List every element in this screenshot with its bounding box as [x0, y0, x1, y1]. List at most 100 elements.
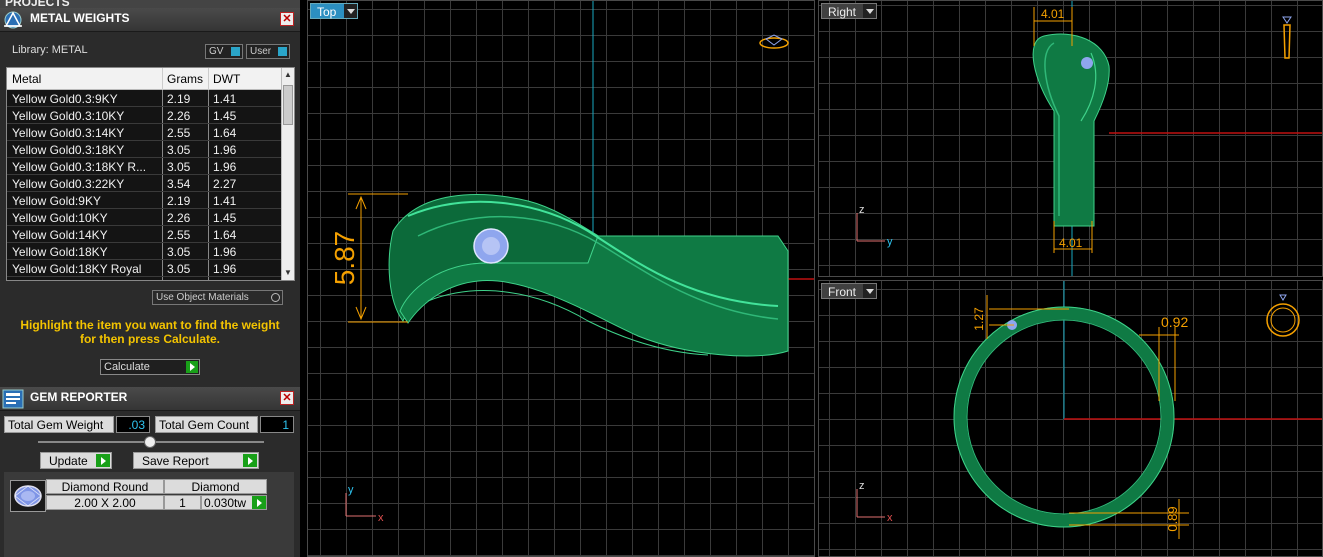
grams-cell: 3.05	[162, 141, 208, 157]
user-toggle[interactable]: User	[246, 44, 290, 59]
gem-weight: 0.030tw	[201, 495, 253, 510]
dwt-cell: 2.27	[208, 175, 268, 191]
gem-reporter-title: GEM REPORTER	[30, 390, 128, 404]
viewport-right[interactable]: 4.01 4.01 z y Right	[818, 0, 1323, 277]
grams-cell: 2.26	[162, 209, 208, 225]
hint-line-1: Highlight the item you want to find the …	[20, 318, 280, 332]
gem-size-slider[interactable]	[38, 436, 264, 448]
total-gem-weight-label: Total Gem Weight	[4, 416, 114, 433]
table-row[interactable]: Yellow Gold0.3:14KY 2.55 1.64	[7, 124, 283, 141]
table-row[interactable]: Yellow Gold:9KY 2.19 1.41	[7, 192, 283, 209]
scroll-down-icon[interactable]: ▼	[284, 269, 292, 277]
metal-name-cell: Yellow Gold:18KY Royal	[12, 262, 142, 276]
scroll-thumb[interactable]	[283, 85, 293, 125]
use-object-materials-option[interactable]: Use Object Materials	[152, 290, 283, 305]
scroll-up-icon[interactable]: ▲	[284, 71, 292, 79]
total-gem-weight-value: .03	[116, 416, 150, 433]
slider-thumb[interactable]	[144, 436, 156, 448]
dwt-cell: 1.41	[208, 90, 268, 106]
dwt-cell: 2.27	[208, 277, 268, 280]
viewport-front-menu[interactable]: Front	[821, 283, 877, 299]
table-row[interactable]: Yellow Gold:18KY 3.05 1.96	[7, 243, 283, 260]
use-object-materials-label: Use Object Materials	[156, 292, 249, 303]
calculate-label: Calculate	[104, 361, 150, 373]
gem-list: Diamond Round Diamond 2.00 X 2.00 1 0.03…	[4, 472, 294, 557]
total-gem-count-label: Total Gem Count	[155, 416, 258, 433]
diamond-thumbnail-icon	[10, 480, 46, 512]
chevron-down-icon[interactable]	[863, 284, 876, 298]
gv-toggle[interactable]: GV	[205, 44, 243, 59]
grams-cell: 3.05	[162, 260, 208, 276]
metal-table-header: Metal Grams DWT	[7, 68, 283, 90]
metal-name-cell: Yellow Gold0.3:10KY	[12, 109, 125, 123]
right-view-canvas[interactable]: 4.01 4.01 z y	[819, 1, 1323, 277]
dwt-cell: 1.45	[208, 107, 268, 123]
chevron-down-icon[interactable]	[344, 4, 357, 18]
table-row[interactable]: Yellow Gold:14KY 2.55 1.64	[7, 226, 283, 243]
projects-title: PROJECTS	[5, 0, 70, 8]
column-header-dwt[interactable]: DWT	[213, 72, 240, 86]
metal-weights-icon	[2, 10, 24, 30]
viewport-right-label: Right	[828, 5, 857, 19]
right-dimension-bottom-label: 4.01	[1059, 236, 1083, 250]
metal-name-cell: Yellow Gold:22KY	[12, 279, 158, 280]
play-icon	[186, 361, 198, 373]
gem-size: 2.00 X 2.00	[46, 495, 164, 510]
metal-weights-header[interactable]: METAL WEIGHTS ✕	[0, 8, 300, 32]
gem-type: Diamond	[164, 479, 267, 494]
metal-table-scrollbar[interactable]: ▲ ▼	[281, 68, 294, 280]
front-dimension-right-label: 0.92	[1161, 314, 1188, 330]
radio-icon[interactable]	[271, 293, 280, 302]
hint-line-2: for then press Calculate.	[79, 332, 221, 346]
axis-z-label: z	[859, 204, 865, 216]
close-icon[interactable]: ✕	[280, 12, 294, 26]
table-row[interactable]: Yellow Gold0.3:22KY 3.54 2.27	[7, 175, 283, 192]
dwt-cell: 1.41	[208, 192, 268, 208]
metal-name-cell: Yellow Gold0.3:18KY R...	[12, 160, 147, 174]
metal-name-cell: Yellow Gold:9KY	[12, 194, 101, 208]
viewport-front[interactable]: 1.27 0.92 0.89 z x Front	[818, 280, 1323, 557]
table-row[interactable]: Yellow Gold:10KY 2.26 1.45	[7, 209, 283, 226]
viewport-top-menu[interactable]: Top	[310, 3, 358, 19]
gem-shape: Diamond Round	[46, 479, 164, 494]
ring-side-model	[1032, 33, 1110, 227]
ring-top-model	[388, 194, 789, 357]
dwt-cell: 1.96	[208, 243, 268, 259]
gem-detail-button[interactable]	[252, 495, 267, 510]
table-row[interactable]: Yellow Gold0.3:10KY 2.26 1.45	[7, 107, 283, 124]
total-gem-count-value: 1	[260, 416, 294, 433]
left-panel: PROJECTS METAL WEIGHTS ✕ Library: METAL …	[0, 0, 300, 557]
calculate-button[interactable]: Calculate	[100, 359, 200, 375]
gem-reporter-icon	[2, 389, 24, 409]
metal-table: Metal Grams DWT Yellow Gold0.3:9KY 2.19 1.…	[6, 67, 295, 281]
view-cube-icon	[759, 34, 789, 49]
metal-name-cell: Yellow Gold0.3:9KY	[12, 92, 118, 106]
column-header-grams[interactable]: Grams	[167, 72, 203, 86]
table-row[interactable]: Yellow Gold0.3:18KY R... 3.05 1.96	[7, 158, 283, 175]
gem-reporter-header[interactable]: GEM REPORTER ✕	[0, 387, 300, 411]
dwt-cell: 1.96	[208, 158, 268, 174]
table-row[interactable]: Yellow Gold0.3:9KY 2.19 1.41	[7, 90, 283, 107]
view-cube-icon	[1282, 16, 1292, 59]
metal-name-cell: Yellow Gold0.3:22KY	[12, 177, 125, 191]
chevron-down-icon[interactable]	[863, 4, 876, 18]
table-row[interactable]: Yellow Gold0.3:18KY 3.05 1.96	[7, 141, 283, 158]
viewport-right-menu[interactable]: Right	[821, 3, 877, 19]
view-cube-icon	[1266, 294, 1300, 337]
play-icon	[252, 496, 266, 509]
top-view-canvas[interactable]: 5.87 y x	[308, 1, 815, 557]
projects-panel-header[interactable]: PROJECTS	[0, 0, 300, 8]
front-view-canvas[interactable]: 1.27 0.92 0.89 z x	[819, 281, 1323, 557]
gv-toggle-label: GV	[209, 46, 224, 57]
table-row[interactable]: Yellow Gold:22KY 3.542.27	[7, 277, 283, 280]
dwt-cell: 1.64	[208, 226, 268, 242]
close-icon[interactable]: ✕	[280, 391, 294, 405]
update-button[interactable]: Update	[40, 452, 112, 469]
grams-cell: 2.26	[162, 107, 208, 123]
viewport-top[interactable]: 5.87 y x Top	[307, 0, 815, 557]
table-row[interactable]: Yellow Gold:18KY Royal 3.05 1.96	[7, 260, 283, 277]
grams-cell: 3.54	[162, 277, 208, 280]
column-header-metal[interactable]: Metal	[12, 72, 41, 86]
metal-name-cell: Yellow Gold0.3:14KY	[12, 126, 125, 140]
save-report-button[interactable]: Save Report	[133, 452, 259, 469]
